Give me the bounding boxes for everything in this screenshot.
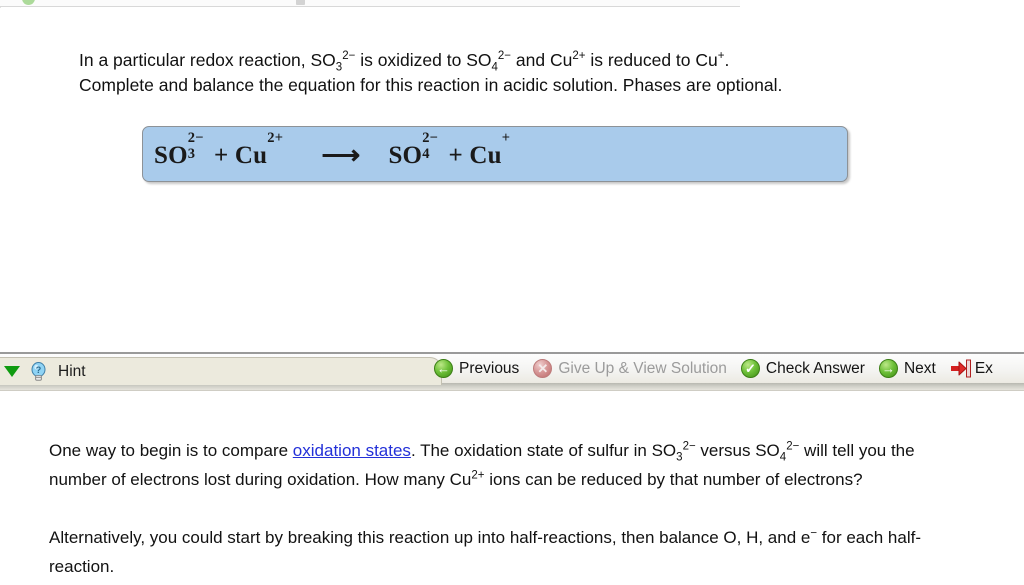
toolbar-button-group: ← Previous ✕ Give Up & View Solution ✓ C…	[428, 354, 1001, 383]
hint-tab-label: Hint	[58, 362, 86, 380]
exit-door-arrow-icon	[950, 359, 971, 378]
forward-arrow-circle-icon: →	[878, 359, 898, 378]
exit-button-label: Ex	[974, 359, 993, 377]
so3-superscript: 2−	[342, 50, 356, 63]
cu1-charge-sup: +	[501, 130, 511, 146]
hint-p2-seg-1: Alternatively, you could start by breaki…	[49, 528, 811, 547]
hint-cu-superscript: 2+	[471, 469, 485, 482]
hint-so3-subscript: 3	[676, 451, 683, 464]
so4-subscript: 4	[491, 61, 498, 74]
check-answer-button[interactable]: ✓ Check Answer	[735, 354, 873, 383]
prompt-seg-4: is reduced to Cu	[585, 50, 718, 70]
so3-charge-stack: 2− 3	[187, 131, 214, 163]
prompt-line-2: Complete and balance the equation for th…	[79, 75, 783, 95]
triangle-down-icon[interactable]	[4, 366, 20, 377]
plus-sign-2: +	[448, 142, 463, 169]
so4-count-sub: 4	[422, 146, 430, 162]
check-answer-button-label: Check Answer	[765, 359, 865, 377]
previous-button-label: Previous	[459, 359, 520, 377]
hint-so3-superscript: 2−	[682, 440, 696, 453]
svg-text:?: ?	[36, 365, 42, 375]
hint-p1-seg-2: . The oxidation state of sulfur in SO	[410, 441, 677, 460]
hint-content-panel: One way to begin is to compare oxidation…	[0, 398, 1024, 585]
cu2-superscript: 2+	[572, 50, 586, 63]
previous-button[interactable]: ← Previous	[428, 354, 527, 383]
cu2-charge-stack: 2+	[267, 131, 293, 163]
green-circle-icon	[22, 0, 35, 5]
cu2-charge-sup: 2+	[267, 130, 284, 146]
reactant-so3-base: SO	[154, 142, 188, 169]
so4-charge-sup: 2−	[422, 130, 439, 146]
back-arrow-circle-icon: ←	[434, 359, 453, 378]
hint-p1-seg-3: versus SO	[695, 441, 780, 460]
prompt-seg-5: .	[724, 50, 730, 70]
question-prompt-text: In a particular redox reaction, SO32− is…	[79, 48, 959, 98]
grey-square-icon	[296, 0, 305, 5]
so3-subscript: 3	[335, 61, 343, 74]
check-circle-icon: ✓	[740, 359, 760, 378]
equation-answer-box[interactable]: SO 2− 3 + Cu 2+ ⟶ SO 2− 4 + Cu +	[142, 126, 848, 182]
hint-so4-subscript: 4	[779, 451, 787, 464]
hint-paragraph-1: One way to begin is to compare oxidation…	[49, 436, 949, 494]
so3-count-sub: 3	[187, 146, 196, 162]
navigation-toolbar: ? Hint ← Previous ✕ Give Up & View Solut…	[0, 352, 1024, 391]
reactant-cu-base: Cu	[234, 142, 268, 169]
next-button-label: Next	[903, 359, 936, 377]
oxidation-states-link[interactable]: oxidation states	[293, 441, 411, 460]
hint-paragraph-2: Alternatively, you could start by breaki…	[49, 523, 949, 581]
so4-superscript: 2−	[497, 50, 512, 63]
lightbulb-hint-icon[interactable]: ?	[31, 361, 46, 382]
so4-charge-stack: 2− 4	[422, 131, 448, 163]
cu1-charge-stack: +	[502, 131, 528, 163]
give-up-button-label: Give Up & View Solution	[558, 359, 727, 377]
hint-p1-seg-5: ions can be reduced by that number of el…	[484, 470, 863, 489]
hint-p1-seg-1: One way to begin is to compare	[49, 441, 293, 460]
reaction-arrow-icon: ⟶	[321, 140, 361, 170]
prompt-seg-2: is oxidized to SO	[355, 50, 492, 70]
hint-tab[interactable]: ? Hint	[0, 357, 442, 385]
product-so4-base: SO	[388, 142, 423, 169]
cut-off-top-toolbar	[0, 0, 740, 7]
cancel-x-circle-icon: ✕	[533, 359, 553, 378]
so3-charge-sup: 2−	[187, 130, 204, 146]
give-up-view-solution-button[interactable]: ✕ Give Up & View Solution	[527, 354, 735, 383]
next-button[interactable]: → Next	[873, 354, 944, 383]
plus-sign-1: +	[214, 142, 229, 169]
prompt-seg-3: and Cu	[511, 50, 573, 70]
question-area: In a particular redox reaction, SO32− is…	[0, 8, 1024, 352]
exit-button[interactable]: Ex	[944, 354, 1001, 383]
cut-off-toolbar-text	[60, 0, 63, 5]
balanced-equation-expression: SO 2− 3 + Cu 2+ ⟶ SO 2− 4 + Cu +	[154, 131, 528, 170]
hint-so4-superscript: 2−	[786, 440, 800, 453]
prompt-seg-1: In a particular redox reaction, SO	[79, 50, 336, 70]
product-cu-base: Cu	[469, 142, 502, 169]
